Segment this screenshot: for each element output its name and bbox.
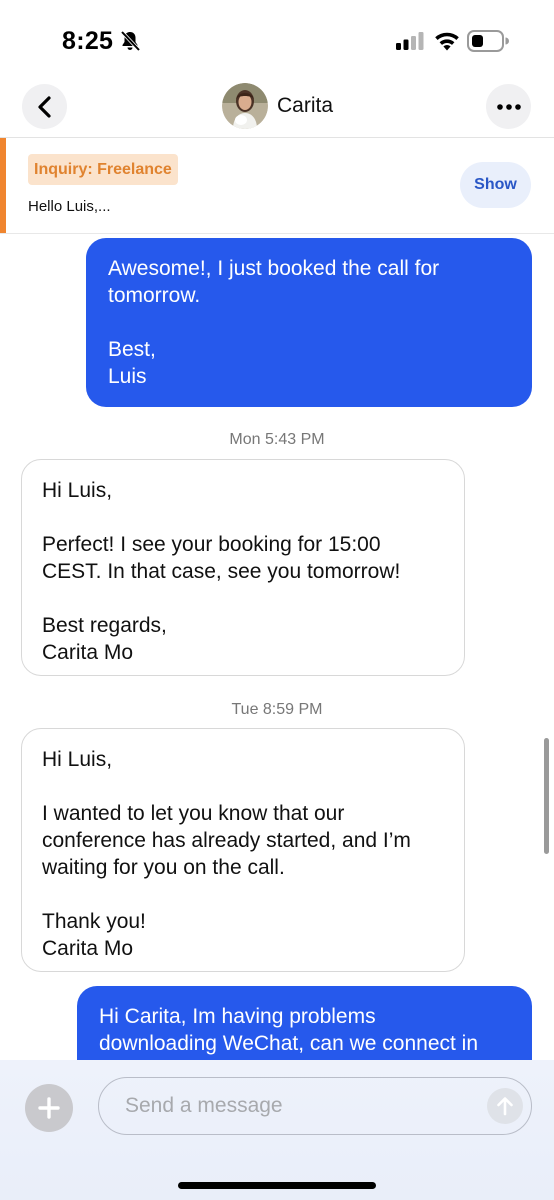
- wifi-icon: [435, 32, 459, 51]
- inquiry-badge: Inquiry: Freelance: [28, 154, 178, 185]
- message-input[interactable]: [98, 1077, 532, 1135]
- send-button[interactable]: [487, 1088, 523, 1124]
- conversation-header: Carita: [0, 80, 554, 138]
- battery-icon: [467, 30, 509, 52]
- message-timestamp: Mon 5:43 PM: [229, 431, 325, 448]
- message-incoming[interactable]: Hi Luis, Perfect! I see your booking for…: [21, 459, 465, 676]
- more-dots-icon: [496, 103, 521, 110]
- signal-icon: [396, 32, 424, 50]
- back-chevron-icon: [37, 95, 51, 118]
- message-timestamp: Tue 8:59 PM: [231, 701, 323, 718]
- add-attachment-button[interactable]: [25, 1084, 73, 1132]
- send-arrow-icon: [497, 1097, 513, 1116]
- plus-icon: [38, 1097, 60, 1119]
- inquiry-accent-bar: [0, 138, 6, 233]
- contact-name[interactable]: Carita: [277, 94, 333, 118]
- scrollbar[interactable]: [544, 738, 549, 854]
- avatar-photo: [222, 83, 268, 129]
- avatar[interactable]: [222, 83, 268, 129]
- inquiry-banner: Inquiry: Freelance Hello Luis,... Show: [0, 138, 554, 234]
- back-button[interactable]: [22, 84, 67, 129]
- message-outgoing[interactable]: Awesome!, I just booked the call for tom…: [86, 238, 532, 407]
- inquiry-preview: Hello Luis,...: [28, 198, 111, 215]
- status-bar: 8:25: [0, 0, 554, 80]
- more-options-button[interactable]: [486, 84, 531, 129]
- home-indicator[interactable]: [178, 1182, 376, 1189]
- status-time: 8:25: [62, 27, 114, 55]
- show-inquiry-button[interactable]: Show: [460, 162, 531, 208]
- message-composer: [0, 1060, 554, 1200]
- bell-slash-icon: [120, 30, 141, 52]
- message-incoming[interactable]: Hi Luis, I wanted to let you know that o…: [21, 728, 465, 972]
